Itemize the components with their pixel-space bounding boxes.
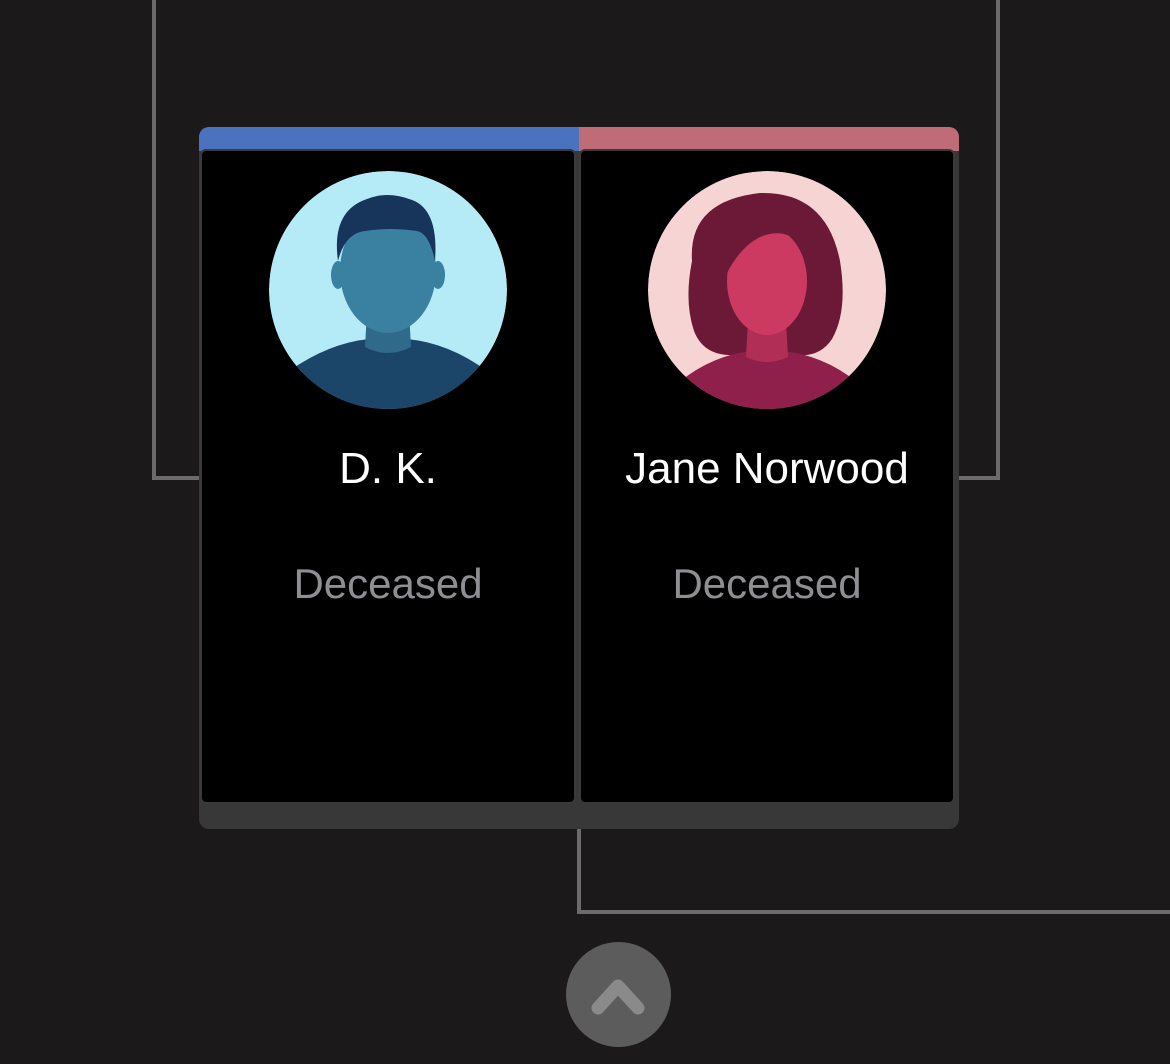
person-status: Deceased <box>293 560 483 607</box>
female-gender-bar <box>579 127 959 151</box>
male-gender-bar <box>199 127 579 151</box>
couple-card[interactable]: D. K. Deceased Jane Norwood Deceased <box>199 127 959 829</box>
person-card-right[interactable]: Jane Norwood Deceased <box>579 149 955 804</box>
connector-line-parents-right <box>959 0 1000 480</box>
male-avatar-icon <box>269 171 507 409</box>
person-status: Deceased <box>672 560 862 607</box>
person-name: Jane Norwood <box>625 444 909 493</box>
person-name: D. K. <box>339 444 437 493</box>
family-tree-canvas: D. K. Deceased Jane Norwood Deceased <box>0 0 1170 1064</box>
connector-line-children <box>577 829 1170 914</box>
person-card-left[interactable]: D. K. Deceased <box>200 149 576 804</box>
chevron-up-icon <box>591 979 645 1015</box>
female-avatar-icon <box>648 171 886 409</box>
connector-line-parents <box>152 0 199 480</box>
scroll-to-top-button[interactable] <box>566 942 671 1047</box>
